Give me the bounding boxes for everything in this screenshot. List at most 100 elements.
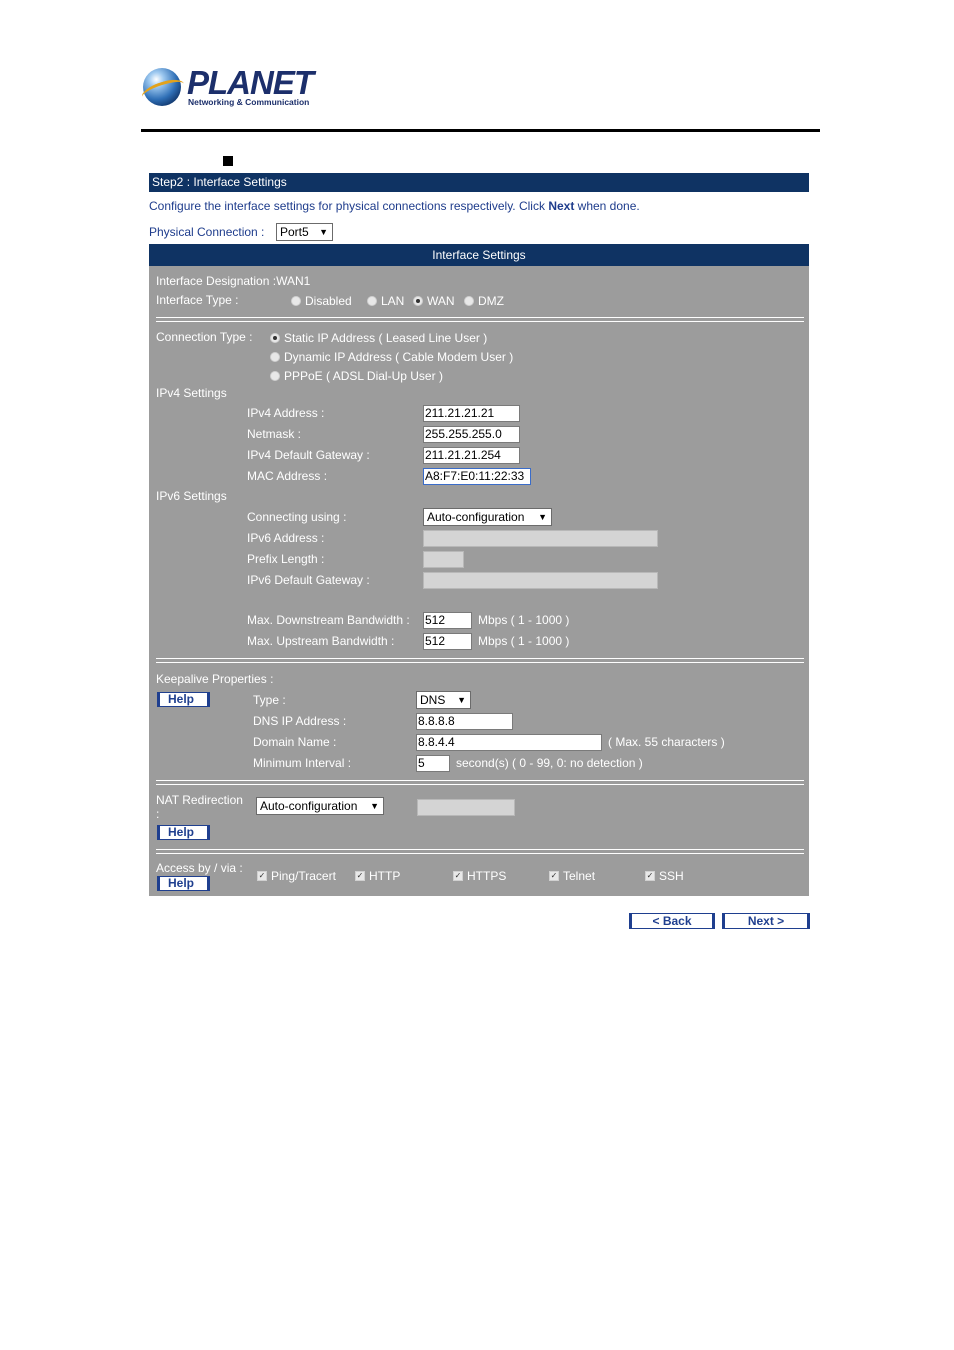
minimum-interval-label: Minimum Interval : bbox=[253, 756, 352, 770]
downstream-unit: Mbps ( 1 - 1000 ) bbox=[478, 613, 570, 627]
dropdown-arrow-icon: ▼ bbox=[370, 801, 379, 811]
description-suffix: when done. bbox=[574, 199, 640, 213]
interface-type-lan[interactable]: LAN bbox=[367, 294, 404, 308]
radio-label: Static IP Address ( Leased Line User ) bbox=[284, 331, 488, 345]
checkbox-label: HTTPS bbox=[467, 869, 507, 883]
connecting-using-select[interactable]: Auto-configuration ▼ bbox=[423, 508, 552, 526]
keepalive-type-value: DNS bbox=[420, 693, 446, 707]
mac-address-input[interactable]: A8:F7:E0:11:22:33 bbox=[423, 468, 531, 485]
physical-connection-value: Port5 bbox=[280, 225, 309, 239]
radio-icon bbox=[464, 295, 474, 306]
interface-type-label: Interface Type : bbox=[156, 293, 239, 307]
downstream-bandwidth-input[interactable]: 512 bbox=[423, 612, 472, 629]
ipv6-address-input[interactable] bbox=[423, 530, 658, 547]
ipv4-address-input[interactable]: 211.21.21.21 bbox=[423, 405, 520, 422]
access-ping-checkbox[interactable]: ✓ Ping/Tracert bbox=[257, 869, 336, 883]
nat-redirection-value: Auto-configuration bbox=[260, 799, 358, 813]
radio-icon bbox=[291, 295, 301, 306]
ipv4-gateway-input[interactable]: 211.21.21.254 bbox=[423, 447, 520, 464]
description-next: Next bbox=[548, 199, 575, 213]
interface-type-disabled[interactable]: Disabled bbox=[291, 294, 352, 308]
domain-name-hint: ( Max. 55 characters ) bbox=[608, 735, 725, 749]
checkbox-checked-icon: ✓ bbox=[645, 870, 655, 881]
access-help-button[interactable]: Help bbox=[157, 876, 210, 891]
square-bullet-icon bbox=[223, 156, 233, 166]
dropdown-arrow-icon: ▼ bbox=[457, 695, 466, 705]
netmask-input[interactable]: 255.255.255.0 bbox=[423, 426, 520, 443]
keepalive-header: Keepalive Properties : bbox=[156, 672, 274, 686]
interface-designation: Interface Designation :WAN1 bbox=[156, 274, 311, 288]
ipv6-gateway-input[interactable] bbox=[423, 572, 658, 589]
upstream-bandwidth-input[interactable]: 512 bbox=[423, 633, 472, 650]
nat-redirection-select[interactable]: Auto-configuration ▼ bbox=[256, 797, 384, 815]
access-http-checkbox[interactable]: ✓ HTTP bbox=[355, 869, 400, 883]
ipv4-settings-header: IPv4 Settings bbox=[156, 386, 227, 400]
dropdown-arrow-icon: ▼ bbox=[319, 227, 328, 237]
nat-help-button[interactable]: Help bbox=[157, 825, 210, 840]
interface-settings-panel: Interface Designation :WAN1 Interface Ty… bbox=[149, 266, 809, 896]
upstream-bandwidth-label: Max. Upstream Bandwidth : bbox=[247, 634, 395, 648]
ipv6-gateway-label: IPv6 Default Gateway : bbox=[247, 573, 370, 587]
physical-connection-label: Physical Connection : bbox=[149, 225, 265, 239]
ipv4-gateway-label: IPv4 Default Gateway : bbox=[247, 448, 370, 462]
radio-label: LAN bbox=[381, 294, 405, 308]
nat-redirection-input[interactable] bbox=[417, 799, 515, 816]
divider bbox=[156, 317, 804, 322]
logo-tagline: Networking & Communication bbox=[188, 97, 310, 107]
radio-selected-icon bbox=[270, 332, 280, 343]
checkbox-label: Ping/Tracert bbox=[271, 869, 336, 883]
radio-label: DMZ bbox=[478, 294, 504, 308]
divider bbox=[156, 780, 804, 785]
keepalive-help-button[interactable]: Help bbox=[157, 692, 210, 707]
back-button[interactable]: < Back bbox=[629, 913, 715, 929]
connection-dynamic[interactable]: Dynamic IP Address ( Cable Modem User ) bbox=[270, 350, 513, 364]
checkbox-checked-icon: ✓ bbox=[453, 870, 463, 881]
radio-icon bbox=[367, 295, 377, 306]
panel-title: Interface Settings bbox=[149, 244, 809, 266]
ipv6-address-label: IPv6 Address : bbox=[247, 531, 325, 545]
divider bbox=[156, 658, 804, 663]
downstream-bandwidth-label: Max. Downstream Bandwidth : bbox=[247, 613, 410, 627]
checkbox-label: Telnet bbox=[563, 869, 596, 883]
step-title: Step2 : Interface Settings bbox=[149, 173, 809, 192]
prefix-length-label: Prefix Length : bbox=[247, 552, 325, 566]
minimum-interval-hint: second(s) ( 0 - 99, 0: no detection ) bbox=[456, 756, 643, 770]
ipv4-address-label: IPv4 Address : bbox=[247, 406, 325, 420]
access-ssh-checkbox[interactable]: ✓ SSH bbox=[645, 869, 684, 883]
minimum-interval-input[interactable]: 5 bbox=[416, 755, 450, 772]
dns-ip-label: DNS IP Address : bbox=[253, 714, 347, 728]
divider bbox=[156, 849, 804, 854]
dns-ip-input[interactable]: 8.8.8.8 bbox=[416, 713, 513, 730]
radio-icon bbox=[270, 351, 280, 362]
radio-label: WAN bbox=[427, 294, 455, 308]
radio-label: Dynamic IP Address ( Cable Modem User ) bbox=[284, 350, 514, 364]
netmask-label: Netmask : bbox=[247, 427, 302, 441]
nat-redirection-label: NAT Redirection bbox=[156, 793, 243, 807]
physical-connection-select[interactable]: Port5 ▼ bbox=[276, 223, 333, 241]
dropdown-arrow-icon: ▼ bbox=[538, 512, 547, 522]
mac-address-label: MAC Address : bbox=[247, 469, 328, 483]
nat-redirection-colon: : bbox=[156, 807, 160, 821]
checkbox-checked-icon: ✓ bbox=[257, 870, 267, 881]
domain-name-input[interactable]: 8.8.4.4 bbox=[416, 734, 602, 751]
radio-label: Disabled bbox=[305, 294, 352, 308]
prefix-length-input[interactable] bbox=[423, 551, 464, 568]
radio-selected-icon bbox=[413, 295, 423, 306]
interface-type-wan[interactable]: WAN bbox=[413, 294, 455, 308]
connection-static[interactable]: Static IP Address ( Leased Line User ) bbox=[270, 331, 487, 345]
interface-type-dmz[interactable]: DMZ bbox=[464, 294, 504, 308]
connection-pppoe[interactable]: PPPoE ( ADSL Dial-Up User ) bbox=[270, 369, 443, 383]
access-https-checkbox[interactable]: ✓ HTTPS bbox=[453, 869, 506, 883]
access-telnet-checkbox[interactable]: ✓ Telnet bbox=[549, 869, 595, 883]
header-rule bbox=[141, 129, 820, 132]
access-label: Access by / via : bbox=[156, 861, 243, 875]
description: Configure the interface settings for phy… bbox=[149, 199, 640, 213]
checkbox-checked-icon: ✓ bbox=[549, 870, 559, 881]
checkbox-label: HTTP bbox=[369, 869, 401, 883]
next-button[interactable]: Next > bbox=[722, 913, 810, 929]
checkbox-checked-icon: ✓ bbox=[355, 870, 365, 881]
radio-label: PPPoE ( ADSL Dial-Up User ) bbox=[284, 369, 443, 383]
connecting-using-value: Auto-configuration bbox=[427, 510, 525, 524]
keepalive-type-select[interactable]: DNS ▼ bbox=[416, 691, 471, 709]
upstream-unit: Mbps ( 1 - 1000 ) bbox=[478, 634, 570, 648]
